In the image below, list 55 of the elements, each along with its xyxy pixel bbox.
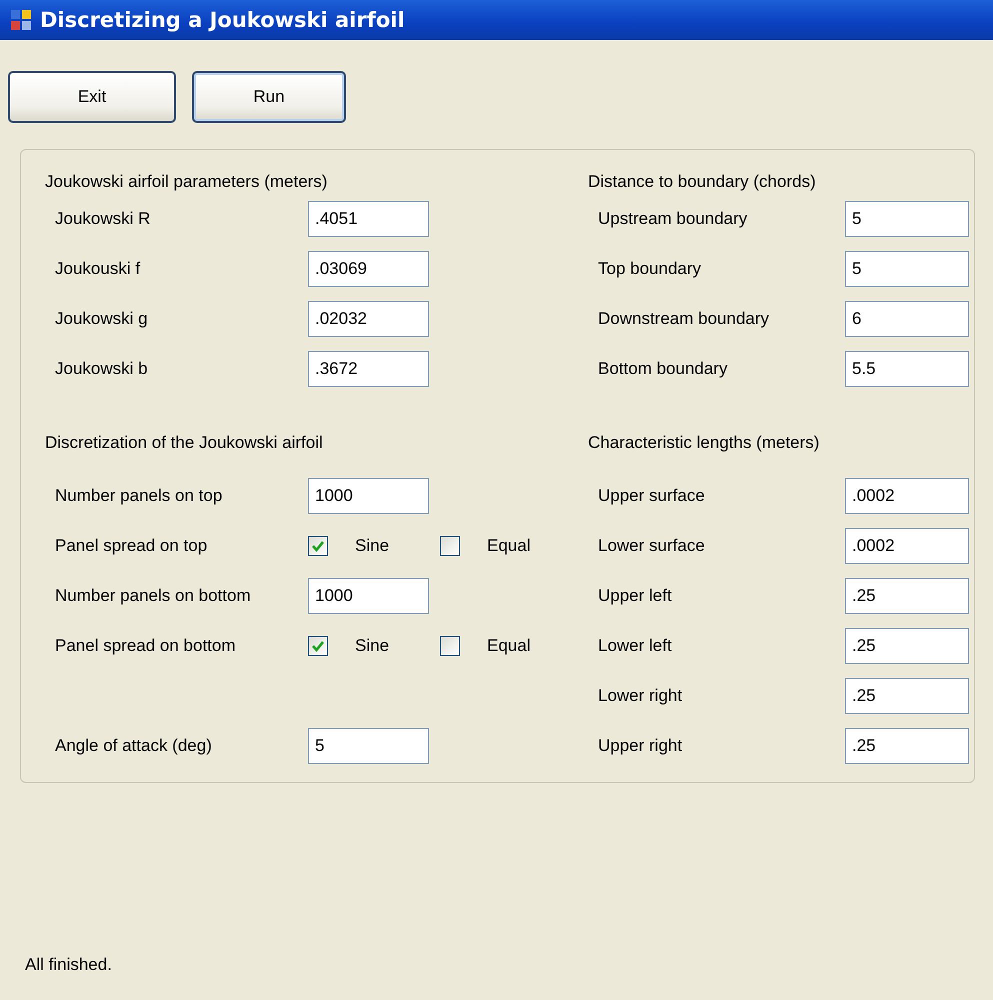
input-field[interactable]: 6 bbox=[845, 301, 969, 337]
input-field[interactable]: 5 bbox=[308, 728, 429, 764]
input-field[interactable]: .25 bbox=[845, 678, 969, 714]
check-icon bbox=[311, 639, 325, 653]
checkbox-label[interactable]: Equal bbox=[487, 536, 530, 556]
check-icon bbox=[311, 539, 325, 553]
checkbox[interactable] bbox=[308, 636, 328, 656]
section-heading: Discretization of the Joukowski airfoil bbox=[45, 433, 323, 453]
input-field[interactable]: 5 bbox=[845, 251, 969, 287]
field-label: Joukowski b bbox=[55, 359, 149, 379]
input-field[interactable]: 5 bbox=[845, 201, 969, 237]
input-field[interactable]: .0002 bbox=[845, 478, 969, 514]
field-label: Lower surface bbox=[598, 536, 706, 556]
status-text: All finished. bbox=[25, 955, 113, 975]
checkbox[interactable] bbox=[440, 536, 460, 556]
field-label: Top boundary bbox=[598, 259, 702, 279]
section-heading: Characteristic lengths (meters) bbox=[588, 433, 820, 453]
exit-button[interactable]: Exit bbox=[8, 71, 176, 123]
checkbox-label[interactable]: Sine bbox=[355, 636, 390, 656]
field-label: Number panels on top bbox=[55, 486, 224, 506]
input-field[interactable]: .25 bbox=[845, 728, 969, 764]
section-heading: Joukowski airfoil parameters (meters) bbox=[45, 172, 328, 192]
input-field[interactable]: .25 bbox=[845, 628, 969, 664]
field-label: Panel spread on bottom bbox=[55, 636, 237, 656]
field-label: Lower right bbox=[598, 686, 684, 706]
app-icon bbox=[10, 9, 32, 31]
input-field[interactable]: .25 bbox=[845, 578, 969, 614]
input-field[interactable]: .03069 bbox=[308, 251, 429, 287]
input-field[interactable]: 1000 bbox=[308, 578, 429, 614]
section-heading: Distance to boundary (chords) bbox=[588, 172, 816, 192]
input-field[interactable]: 5.5 bbox=[845, 351, 969, 387]
field-label: Upper right bbox=[598, 736, 684, 756]
field-label: Number panels on bottom bbox=[55, 586, 252, 606]
input-field[interactable]: 1000 bbox=[308, 478, 429, 514]
field-label: Angle of attack (deg) bbox=[55, 736, 213, 756]
window-title: Discretizing a Joukowski airfoil bbox=[40, 8, 405, 32]
field-label: Lower left bbox=[598, 636, 673, 656]
field-label: Upper surface bbox=[598, 486, 706, 506]
input-field[interactable]: .0002 bbox=[845, 528, 969, 564]
field-label: Joukouski f bbox=[55, 259, 142, 279]
field-label: Upper left bbox=[598, 586, 673, 606]
checkbox-label[interactable]: Equal bbox=[487, 636, 530, 656]
checkbox[interactable] bbox=[440, 636, 460, 656]
field-label: Bottom boundary bbox=[598, 359, 728, 379]
field-label: Joukowski g bbox=[55, 309, 149, 329]
field-label: Upstream boundary bbox=[598, 209, 748, 229]
field-label: Joukowski R bbox=[55, 209, 152, 229]
field-label: Downstream boundary bbox=[598, 309, 770, 329]
input-field[interactable]: .4051 bbox=[308, 201, 429, 237]
input-field[interactable]: .02032 bbox=[308, 301, 429, 337]
input-field[interactable]: .3672 bbox=[308, 351, 429, 387]
checkbox-label[interactable]: Sine bbox=[355, 536, 390, 556]
field-label: Panel spread on top bbox=[55, 536, 208, 556]
checkbox[interactable] bbox=[308, 536, 328, 556]
run-button[interactable]: Run bbox=[192, 71, 346, 123]
